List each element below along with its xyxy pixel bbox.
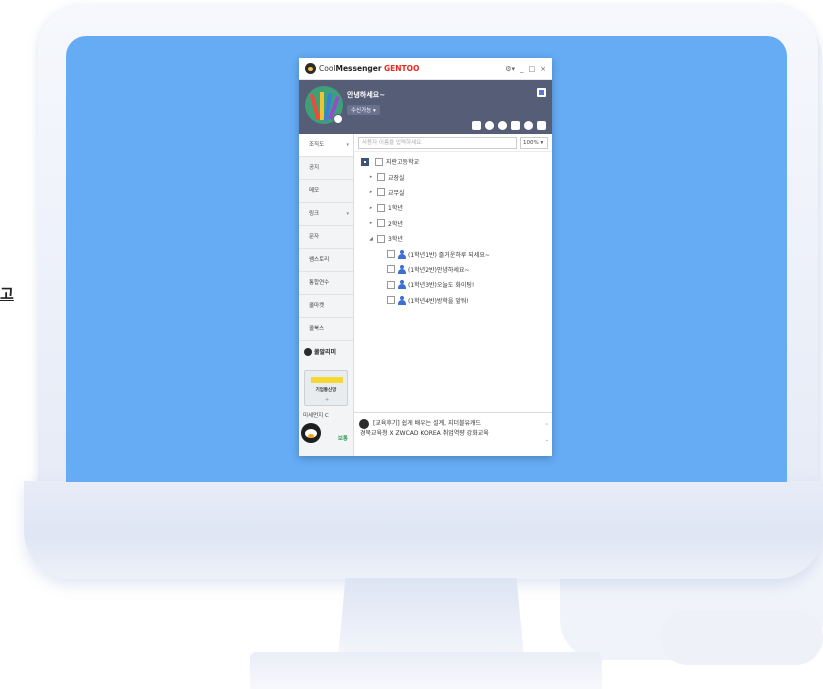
- tree-node-group[interactable]: ▸ 교무실: [358, 185, 552, 200]
- toolbar-icons: [472, 121, 546, 130]
- window-controls: ⚙▾ _ □ ×: [505, 65, 546, 73]
- minimize-button[interactable]: _: [520, 65, 524, 73]
- tree-node-group[interactable]: ◢ 3학년: [358, 231, 552, 246]
- tree-node-member[interactable]: (1학년3반)오늘도 화이팅!: [358, 277, 552, 292]
- notice-line-2: 경북교육청 X ZWCAD KOREA 취업역량 강화교육: [360, 430, 489, 437]
- expand-icon[interactable]: [537, 88, 546, 97]
- checkbox[interactable]: [377, 234, 385, 243]
- checkbox[interactable]: [377, 173, 385, 182]
- tree-node-member[interactable]: (1학년4반)방학을 앞둬!: [358, 293, 552, 308]
- tree-node-group[interactable]: ▸ 교장실: [358, 169, 552, 184]
- settings-icon[interactable]: ⚙▾: [505, 65, 515, 73]
- checkbox[interactable]: [375, 157, 383, 166]
- chevron-right-icon[interactable]: ▸: [368, 174, 374, 180]
- main-body: 조직도 ▾ 공지 메모 링크 ▾ 문자 쌤스토리 통합연수 쿨마켓 쿨북스 쿨알리미…: [299, 134, 552, 456]
- chevron-right-icon[interactable]: ▸: [368, 189, 374, 195]
- chevron-right-icon[interactable]: ▸: [368, 205, 374, 211]
- title-bar[interactable]: CoolMessenger GENTOO ⚙▾ _ □ ×: [299, 58, 552, 80]
- org-panel: 사용자 이름을 입력하세요. 100% ▾ 지란고등학교 ▸ 교장실 ▸ 교무실 ▸…: [354, 134, 552, 456]
- side-label: 고: [0, 285, 14, 303]
- app-title: CoolMessenger GENTOO: [319, 64, 420, 73]
- notice-line-1: [교육후기] 쉽게 배우는 설계, 지더블유캐드: [373, 420, 482, 427]
- sidebar-item-memo[interactable]: 메모: [299, 180, 353, 203]
- sidebar-item-notice[interactable]: 공지: [299, 157, 353, 180]
- sidebar-item-sms[interactable]: 문자: [299, 226, 353, 249]
- tree-node-group[interactable]: ▸ 1학년: [358, 200, 552, 215]
- user-icon: [398, 264, 406, 274]
- checkbox[interactable]: [387, 250, 395, 259]
- user-icon: [398, 295, 406, 305]
- penguin-logo-icon: [305, 63, 316, 74]
- save-icon[interactable]: [537, 121, 546, 130]
- sidebar: 조직도 ▾ 공지 메모 링크 ▾ 문자 쌤스토리 통합연수 쿨마켓 쿨북스 쿨알리미…: [299, 134, 354, 456]
- chevron-down-icon: ▾: [346, 211, 349, 217]
- notice-ticker[interactable]: [교육후기] 쉽게 배우는 설계, 지더블유캐드 경북교육청 X ZWCAD K…: [354, 412, 552, 456]
- checkbox[interactable]: [387, 296, 395, 305]
- chevron-right-icon[interactable]: ▸: [368, 220, 374, 226]
- checkbox[interactable]: [377, 203, 385, 212]
- chevron-down-icon: ▾: [346, 142, 349, 148]
- zoom-select[interactable]: 100% ▾: [520, 136, 548, 149]
- monitor-stand-base: [250, 652, 602, 689]
- penguin-icon: [304, 347, 312, 356]
- checkbox[interactable]: [377, 188, 385, 197]
- messenger-window: CoolMessenger GENTOO ⚙▾ _ □ × 안녕하세요~ 수신가…: [299, 58, 552, 456]
- penguin-icon: [359, 419, 369, 429]
- checkbox-icon[interactable]: [511, 121, 520, 130]
- status-dropdown[interactable]: 수신가능 ▾: [347, 105, 380, 115]
- search-row: 사용자 이름을 입력하세요. 100% ▾: [354, 134, 552, 152]
- sidebar-item-story[interactable]: 쌤스토리: [299, 249, 353, 272]
- user-icon: [398, 249, 406, 259]
- check-badge-icon[interactable]: [498, 121, 507, 130]
- scroll-arrows-icon[interactable]: ⌃ ⌄: [545, 419, 549, 447]
- coolally-link[interactable]: 쿨알리미: [304, 347, 336, 356]
- tree-node-member[interactable]: (1학년2반)안녕하세요~: [358, 262, 552, 277]
- greeting-text[interactable]: 안녕하세요~: [347, 90, 385, 100]
- calendar-icon[interactable]: [472, 121, 481, 130]
- checkbox[interactable]: [377, 219, 385, 228]
- sidebar-item-training[interactable]: 통합연수: [299, 272, 353, 295]
- edit-profile-icon[interactable]: [333, 114, 343, 124]
- stage: 고 CoolMessenger GENTOO ⚙▾ _ □ × 안녕하세요~ 수…: [0, 0, 823, 689]
- dust-label: 미세먼지 C: [303, 413, 329, 419]
- sidebar-item-books[interactable]: 쿨북스: [299, 318, 353, 341]
- monitor-chin: [24, 481, 823, 579]
- collapse-icon[interactable]: [361, 157, 369, 166]
- background-shape: [660, 610, 823, 665]
- close-button[interactable]: ×: [540, 65, 546, 73]
- sidebar-item-org[interactable]: 조직도 ▾: [299, 134, 353, 157]
- sidebar-item-link[interactable]: 링크 ▾: [299, 203, 353, 226]
- promo-banner[interactable]: 기업통신망 +: [304, 370, 348, 406]
- penguin-mascot-icon: [301, 423, 321, 445]
- monitor-stand-neck: [338, 578, 524, 658]
- dust-status: 보통: [337, 436, 348, 442]
- maximize-button[interactable]: □: [529, 65, 536, 73]
- dust-widget[interactable]: 미세먼지 C 보통: [299, 411, 354, 456]
- profile-header: 안녕하세요~ 수신가능 ▾: [299, 80, 552, 134]
- chat-icon[interactable]: [524, 121, 533, 130]
- org-tree: 지란고등학교 ▸ 교장실 ▸ 교무실 ▸ 1학년 ▸ 2학년 ◢ 3학년 (1학년1반) …: [354, 152, 552, 308]
- user-icon: [398, 280, 406, 290]
- search-input[interactable]: 사용자 이름을 입력하세요.: [358, 136, 517, 149]
- checkbox[interactable]: [387, 265, 395, 274]
- sidebar-item-market[interactable]: 쿨마켓: [299, 295, 353, 318]
- checkbox[interactable]: [387, 280, 395, 289]
- chevron-down-icon[interactable]: ◢: [368, 236, 374, 242]
- tree-node-member[interactable]: (1학년1반) 즐거운하루 되세요~: [358, 246, 552, 261]
- tree-node-group[interactable]: ▸ 2학년: [358, 216, 552, 231]
- robot-icon[interactable]: [485, 121, 494, 130]
- tree-node-root[interactable]: 지란고등학교: [358, 154, 552, 169]
